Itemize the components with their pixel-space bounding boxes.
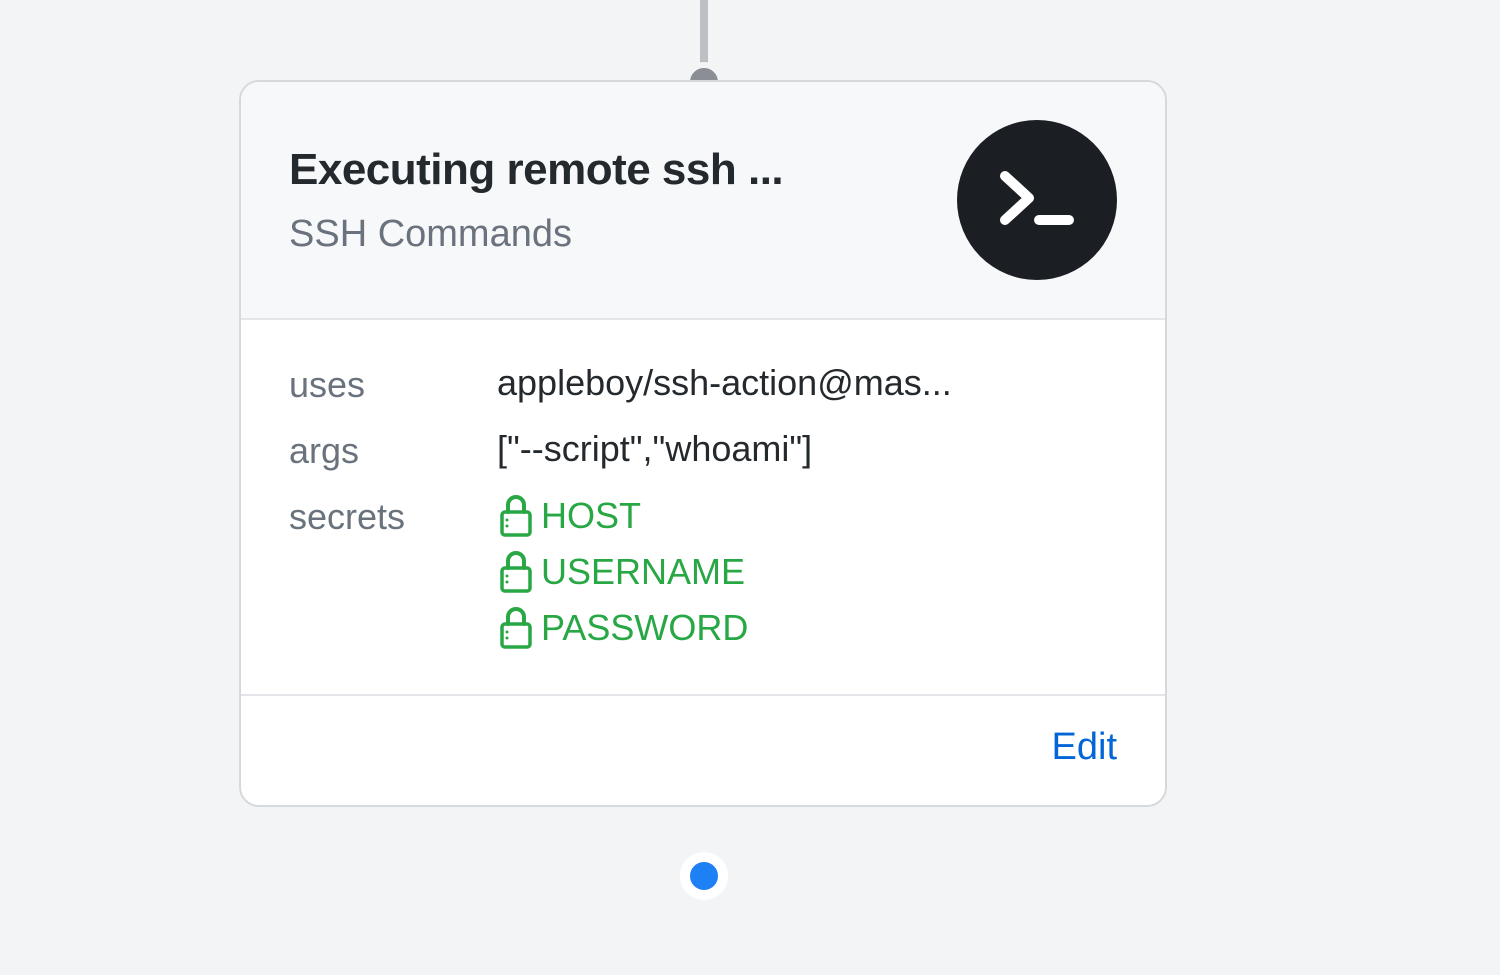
secret-item: USERNAME <box>497 550 748 594</box>
lock-icon <box>497 606 535 650</box>
field-label: uses <box>289 362 497 406</box>
field-value: ["--script","whoami"] <box>497 428 812 470</box>
lock-icon <box>497 550 535 594</box>
secret-name: PASSWORD <box>541 607 748 649</box>
field-label: secrets <box>289 494 497 538</box>
field-secrets: secrets HOST <box>289 494 1117 650</box>
workflow-step-card: Executing remote ssh ... SSH Commands us… <box>239 80 1167 807</box>
card-body: uses appleboy/ssh-action@mas... args ["-… <box>241 320 1165 694</box>
secret-item: HOST <box>497 494 748 538</box>
field-label: args <box>289 428 497 472</box>
field-args: args ["--script","whoami"] <box>289 428 1117 472</box>
secret-item: PASSWORD <box>497 606 748 650</box>
lock-icon <box>497 494 535 538</box>
field-uses: uses appleboy/ssh-action@mas... <box>289 362 1117 406</box>
secret-name: USERNAME <box>541 551 745 593</box>
card-header: Executing remote ssh ... SSH Commands <box>241 82 1165 320</box>
card-subtitle: SSH Commands <box>289 213 783 256</box>
field-value: appleboy/ssh-action@mas... <box>497 362 952 404</box>
card-header-text: Executing remote ssh ... SSH Commands <box>289 145 783 256</box>
card-footer: Edit <box>241 694 1165 805</box>
secret-name: HOST <box>541 495 641 537</box>
card-title: Executing remote ssh ... <box>289 145 783 195</box>
secrets-list: HOST USERNAME <box>497 494 748 650</box>
terminal-icon <box>957 120 1117 280</box>
connector-dot-bottom[interactable] <box>680 852 728 900</box>
edit-button[interactable]: Edit <box>1052 726 1117 769</box>
